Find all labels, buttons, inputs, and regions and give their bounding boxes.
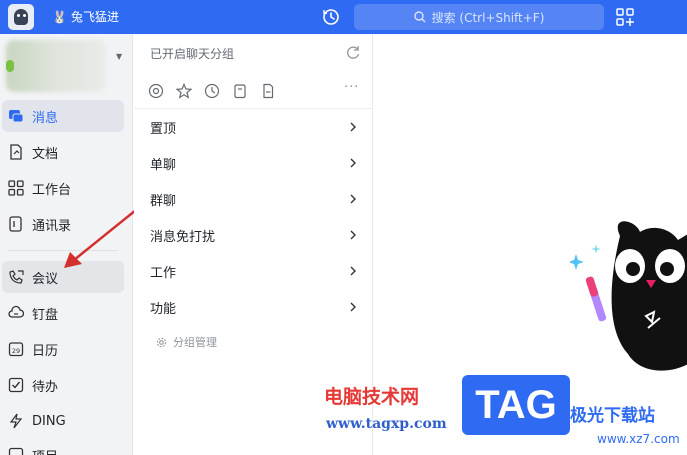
svg-text:29: 29 <box>12 347 20 355</box>
sidebar-item-calendar[interactable]: 29 日历 <box>2 333 124 365</box>
search-icon <box>413 11 426 23</box>
top-bar: 🐰 兔飞猛进 搜索 (Ctrl+Shift+F) <box>0 0 687 34</box>
sidebar-item-project[interactable]: 项目 <box>2 439 124 455</box>
group-label: 工作 <box>150 265 177 281</box>
chevron-right-icon <box>350 194 356 204</box>
meeting-icon <box>9 270 24 284</box>
org-name: 兔飞猛进 <box>70 10 119 24</box>
mascot-illustration <box>570 221 687 371</box>
sidebar-item-label: 项目 <box>32 446 58 455</box>
group-label: 功能 <box>150 301 177 317</box>
chevron-right-icon <box>350 302 356 312</box>
sidebar-item-label: 待办 <box>32 379 59 395</box>
status-dot <box>6 60 14 72</box>
file-icon[interactable] <box>260 83 276 99</box>
apps-icon[interactable] <box>616 8 634 26</box>
group-item-pinned[interactable]: 置顶 <box>150 116 358 138</box>
group-item-work[interactable]: 工作 <box>150 260 358 282</box>
search-placeholder: 搜索 (Ctrl+Shift+F) <box>431 10 545 25</box>
more-icon[interactable]: ··· <box>344 80 359 95</box>
lightning-icon <box>9 413 23 429</box>
sidebar-item-label: 钉盘 <box>32 307 59 323</box>
project-icon <box>8 447 24 455</box>
group-item-muted[interactable]: 消息免打扰 <box>150 224 358 246</box>
chevron-right-icon <box>350 230 356 240</box>
user-profile[interactable]: ▼ <box>6 40 122 94</box>
contacts-icon <box>9 216 22 232</box>
chevron-right-icon <box>350 158 356 168</box>
watermark-text: 电脑技术网 <box>324 386 420 408</box>
chevron-right-icon <box>350 122 356 132</box>
sidebar-item-ding[interactable]: DING <box>2 405 124 437</box>
group-label: 单聊 <box>150 157 177 173</box>
chevron-down-icon: ▼ <box>116 52 123 61</box>
group-label: 消息免打扰 <box>150 229 216 245</box>
search-input[interactable]: 搜索 (Ctrl+Shift+F) <box>354 4 604 30</box>
star-icon[interactable] <box>176 83 192 99</box>
annotation-arrow <box>64 209 137 268</box>
group-manage-button[interactable]: 分组管理 <box>156 334 217 350</box>
doc-icon <box>10 144 22 160</box>
group-label: 群聊 <box>150 193 177 209</box>
panel-header: 已开启聊天分组 <box>150 47 235 61</box>
group-manage-label: 分组管理 <box>173 336 217 349</box>
sidebar-item-docs[interactable]: 文档 <box>2 136 124 168</box>
watermark-site: 极光下载站 <box>570 406 655 426</box>
sidebar-item-messages[interactable]: 消息 <box>2 100 124 132</box>
at-icon[interactable] <box>148 83 164 99</box>
group-item-group-chat[interactable]: 群聊 <box>150 188 358 210</box>
org-switcher[interactable]: 🐰 兔飞猛进 <box>52 8 119 25</box>
sidebar-item-label: 日历 <box>32 343 59 359</box>
clock-icon[interactable] <box>204 83 220 99</box>
app-logo[interactable] <box>8 4 34 30</box>
sidebar-item-label: 文档 <box>32 146 59 162</box>
refresh-icon[interactable] <box>345 44 361 60</box>
cloud-icon <box>8 305 24 318</box>
avatar <box>6 40 106 92</box>
message-icon <box>9 110 24 123</box>
sidebar-item-label: 会议 <box>32 271 59 287</box>
calendar-icon: 29 <box>8 342 24 357</box>
todo-icon <box>8 377 24 393</box>
sidebar-item-label: 工作台 <box>32 182 72 198</box>
sidebar-item-workbench[interactable]: 工作台 <box>2 172 124 204</box>
sidebar-item-label: DING <box>32 413 66 429</box>
chevron-right-icon <box>350 266 356 276</box>
history-icon[interactable] <box>322 8 340 26</box>
watermark-site-url: www.xz7.com <box>597 432 680 446</box>
rabbit-icon: 🐰 <box>52 9 67 24</box>
watermark-logo: TAG <box>462 375 570 435</box>
panel-divider <box>134 108 372 109</box>
group-label: 置顶 <box>150 121 177 137</box>
clipboard-icon[interactable] <box>232 83 248 99</box>
grid-icon <box>8 180 24 196</box>
sidebar-item-todo[interactable]: 待办 <box>2 369 124 401</box>
filter-toolbar: ··· <box>148 80 364 100</box>
sidebar-item-drive[interactable]: 钉盘 <box>2 297 124 329</box>
group-item-features[interactable]: 功能 <box>150 296 358 318</box>
gear-icon <box>156 337 167 347</box>
sidebar-item-label: 消息 <box>32 110 59 126</box>
watermark-url: www.tagxp.com <box>326 416 447 432</box>
group-item-single-chat[interactable]: 单聊 <box>150 152 358 174</box>
